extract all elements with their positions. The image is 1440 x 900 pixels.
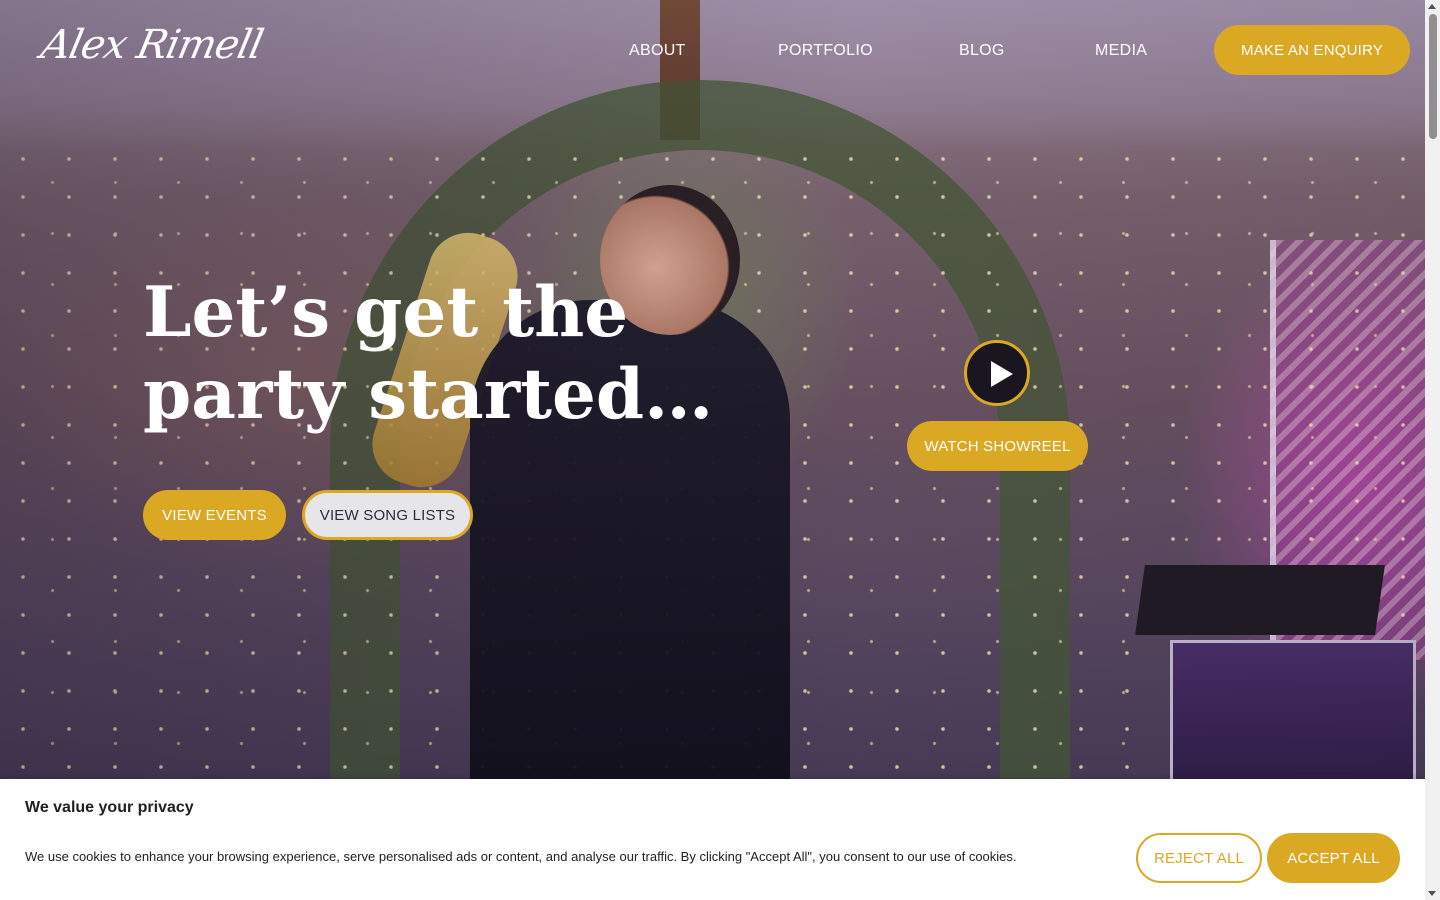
scrollbar-thumb[interactable] bbox=[1429, 14, 1437, 139]
cookie-banner-title: We value your privacy bbox=[25, 799, 194, 816]
watch-showreel-button[interactable]: WATCH SHOWREEL bbox=[907, 421, 1088, 471]
play-icon bbox=[991, 361, 1013, 387]
view-events-button[interactable]: VIEW EVENTS bbox=[143, 490, 286, 540]
view-song-lists-button[interactable]: VIEW SONG LISTS bbox=[302, 490, 473, 540]
nav-item-portfolio[interactable]: PORTFOLIO bbox=[778, 40, 873, 62]
hero-headline-line-2: party started… bbox=[143, 354, 714, 435]
hero-overlay bbox=[0, 0, 1425, 900]
nav-item-media[interactable]: MEDIA bbox=[1095, 40, 1147, 62]
cookie-consent-banner: We value your privacy We use cookies to … bbox=[0, 779, 1425, 900]
scroll-down-arrow-icon[interactable] bbox=[1428, 891, 1436, 896]
cookie-banner-text: We use cookies to enhance your browsing … bbox=[25, 849, 1017, 864]
site-logo[interactable]: Alex Rimell bbox=[37, 22, 267, 68]
nav-item-about[interactable]: ABOUT bbox=[629, 40, 686, 62]
page: Alex Rimell ABOUT PORTFOLIO BLOG MEDIA M… bbox=[0, 0, 1440, 900]
page-scrollbar[interactable] bbox=[1425, 0, 1440, 900]
hero-headline: Let’s get the party started… bbox=[143, 272, 743, 436]
play-showreel-button[interactable] bbox=[964, 340, 1030, 406]
make-an-enquiry-button[interactable]: MAKE AN ENQUIRY bbox=[1214, 25, 1410, 75]
hero-headline-line-1: Let’s get the bbox=[143, 272, 629, 353]
scroll-up-arrow-icon[interactable] bbox=[1428, 4, 1436, 9]
nav-item-blog[interactable]: BLOG bbox=[959, 40, 1005, 62]
reject-all-button[interactable]: REJECT ALL bbox=[1136, 833, 1262, 883]
accept-all-button[interactable]: ACCEPT ALL bbox=[1267, 833, 1400, 883]
